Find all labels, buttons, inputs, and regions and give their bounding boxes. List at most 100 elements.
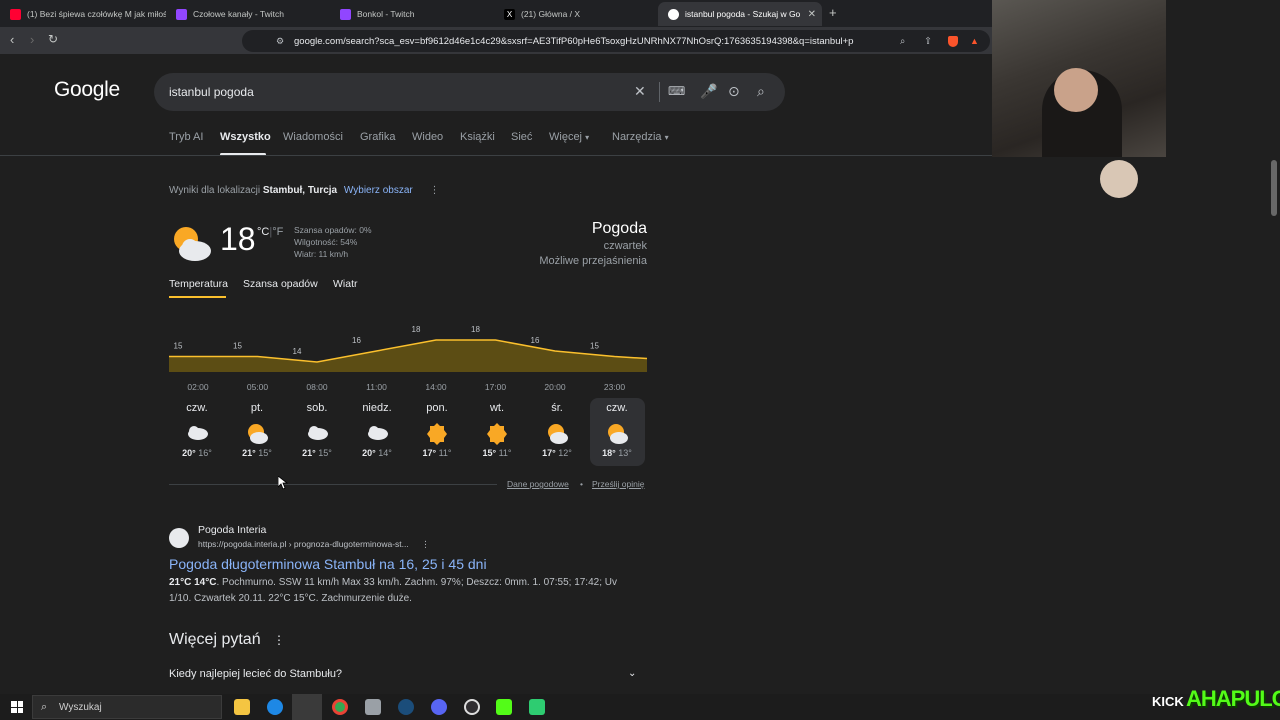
sun-icon	[425, 422, 449, 451]
chevron-down-icon[interactable]: ⌄	[628, 668, 636, 679]
hour-label: 17:00	[485, 382, 507, 392]
obs-icon[interactable]	[464, 699, 480, 715]
result-url[interactable]: https://pogoda.interia.pl › prognoza-dlu…	[198, 539, 430, 550]
day-forecast[interactable]: pt. 21° 15°	[229, 398, 285, 458]
more-options-icon[interactable]: ⋮	[421, 539, 430, 549]
choose-area-link[interactable]: Wybierz obszar	[344, 185, 413, 196]
clear-icon[interactable]: ✕	[634, 83, 646, 100]
tab-more[interactable]: Więcej ▾	[549, 131, 589, 143]
day-low: 16°	[195, 448, 212, 458]
snippet-text: . Pochmurno. SSW 11 km/h Max 33 km/h. Za…	[216, 577, 617, 588]
close-tab-icon[interactable]: ✕	[808, 9, 816, 20]
tab-news[interactable]: Wiadomości	[283, 131, 343, 143]
site-info-icon[interactable]: ⚙	[276, 36, 284, 47]
webcam-overlay	[992, 0, 1166, 157]
location-prefix: Wyniki dla lokalizacji	[169, 185, 261, 196]
browser-tab-4[interactable]: X (21) Główna / X	[494, 2, 658, 26]
more-options-icon[interactable]: ⋮	[430, 185, 440, 196]
search-icon[interactable]: ⌕	[757, 83, 765, 100]
zoom-icon[interactable]: ⌕	[900, 36, 905, 47]
celsius-unit[interactable]: °C	[257, 226, 269, 238]
day-forecast[interactable]: sob. 21° 15°	[289, 398, 345, 458]
chat-app-icon[interactable]	[529, 699, 545, 715]
keyboard-icon[interactable]: ⌨	[668, 84, 685, 98]
steam-icon[interactable]	[398, 699, 414, 715]
wind: Wiatr: 11 km/h	[294, 249, 349, 259]
location-line: Wyniki dla lokalizacji Stambuł, Turcja W…	[169, 185, 440, 196]
humidity: Wilgotność: 54%	[294, 237, 358, 247]
taskbar-search[interactable]: ⌕ Wyszukaj	[32, 695, 222, 719]
tab-tools-label: Narzędzia	[612, 131, 662, 143]
precipitation-chance: Szansa opadów: 0%	[294, 225, 372, 235]
taskbar-active-indicator	[292, 694, 322, 720]
browser-tab-1[interactable]: (1) Bezi śpiewa czołówkę M jak miłoś	[0, 2, 166, 26]
hour-temp-label: 15	[174, 342, 183, 351]
day-forecast[interactable]: niedz. 20° 14°	[349, 398, 405, 458]
google-logo[interactable]: Google	[54, 78, 120, 102]
day-forecast[interactable]: czw. 20° 16°	[169, 398, 225, 458]
sun-icon	[485, 422, 509, 451]
weather-title: Pogoda	[591, 220, 647, 237]
scrollbar-thumb[interactable]	[1271, 160, 1277, 216]
day-forecast[interactable]: wt. 15° 11°	[469, 398, 525, 458]
more-options-icon[interactable]: ⋮	[273, 633, 285, 647]
brave-shield-icon[interactable]	[948, 35, 958, 47]
day-forecast[interactable]: czw. 18° 13°	[589, 398, 645, 458]
footer-separator: •	[580, 479, 583, 489]
address-bar[interactable]: ⚙ google.com/search?sca_esv=bf9612d46e1c…	[242, 30, 990, 52]
back-icon[interactable]: ‹	[10, 32, 14, 47]
tab-label: (21) Główna / X	[521, 9, 581, 19]
tab-videos[interactable]: Wideo	[412, 131, 443, 143]
file-explorer-icon[interactable]	[234, 699, 250, 715]
browser-tab-3[interactable]: Bonkol - Twitch	[330, 2, 494, 26]
forward-icon[interactable]: ›	[30, 32, 34, 47]
windows-start-icon[interactable]	[11, 701, 23, 713]
fahrenheit-unit[interactable]: °F	[272, 226, 283, 238]
search-box[interactable]: istanbul pogoda ✕ ⌨ 🎤 ⊙ ⌕	[154, 73, 785, 111]
browser-tab-5[interactable]: istanbul pogoda - Szukaj w Goo ✕	[658, 2, 822, 26]
brave-rewards-icon[interactable]: ▲	[970, 36, 979, 46]
lens-icon[interactable]: ⊙	[728, 83, 740, 100]
app-icon[interactable]	[365, 699, 381, 715]
feedback-link[interactable]: Prześlij opinię	[592, 479, 644, 489]
tab-books[interactable]: Książki	[460, 131, 495, 143]
tab-all[interactable]: Wszystko	[220, 131, 271, 143]
browser-tab-bar: (1) Bezi śpiewa czołówkę M jak miłoś Czo…	[0, 0, 992, 27]
day-name: sob.	[306, 402, 328, 414]
microphone-icon[interactable]: 🎤	[700, 83, 717, 100]
hour-temp-label: 15	[590, 342, 599, 351]
unit-toggle[interactable]: °C|°F	[257, 226, 283, 238]
tab-temperature[interactable]: Temperatura	[169, 278, 228, 290]
weather-data-link[interactable]: Dane pogodowe	[507, 479, 569, 489]
result-snippet-line1: 21°C 14°C. Pochmurno. SSW 11 km/h Max 33…	[169, 577, 617, 588]
browser-toolbar: ‹ › ↻ 🔖 ⚙ google.com/search?sca_esv=bf96…	[0, 27, 992, 54]
tab-precipitation[interactable]: Szansa opadów	[243, 278, 318, 290]
day-low: 15°	[315, 448, 332, 458]
question-item[interactable]: Kiedy najlepiej lecieć do Stambułu?	[169, 668, 342, 680]
day-forecast[interactable]: pon. 17° 11°	[409, 398, 465, 458]
header-divider	[0, 155, 992, 156]
tab-tools[interactable]: Narzędzia ▾	[612, 131, 669, 143]
tab-wind[interactable]: Wiatr	[333, 278, 358, 290]
edge-icon[interactable]	[267, 699, 283, 715]
tab-ai-mode[interactable]: Tryb AI	[169, 131, 203, 143]
share-icon[interactable]: ⇪	[924, 36, 932, 47]
chrome-icon[interactable]	[332, 699, 348, 715]
google-icon	[668, 8, 679, 20]
result-snippet-line2: 1/10. Czwartek 20.11. 22°C 15°C. Zachmur…	[169, 593, 412, 604]
result-title[interactable]: Pogoda długoterminowa Stambuł na 16, 25 …	[169, 556, 487, 572]
result-site-name[interactable]: Pogoda Interia	[198, 524, 266, 536]
search-input[interactable]: istanbul pogoda	[169, 85, 254, 99]
discord-icon[interactable]	[431, 699, 447, 715]
hour-temp-label: 14	[293, 347, 302, 356]
reload-icon[interactable]: ↻	[48, 32, 58, 46]
day-forecast[interactable]: śr. 17° 12°	[529, 398, 585, 458]
scrollbar[interactable]	[1268, 158, 1280, 694]
hour-temp-label: 16	[531, 336, 540, 345]
kick-app-icon[interactable]	[496, 699, 512, 715]
tab-web[interactable]: Sieć	[511, 131, 532, 143]
day-low: 14°	[375, 448, 392, 458]
tab-images[interactable]: Grafika	[360, 131, 395, 143]
browser-tab-2[interactable]: Czołowe kanały - Twitch	[166, 2, 330, 26]
new-tab-button[interactable]: +	[829, 5, 837, 20]
